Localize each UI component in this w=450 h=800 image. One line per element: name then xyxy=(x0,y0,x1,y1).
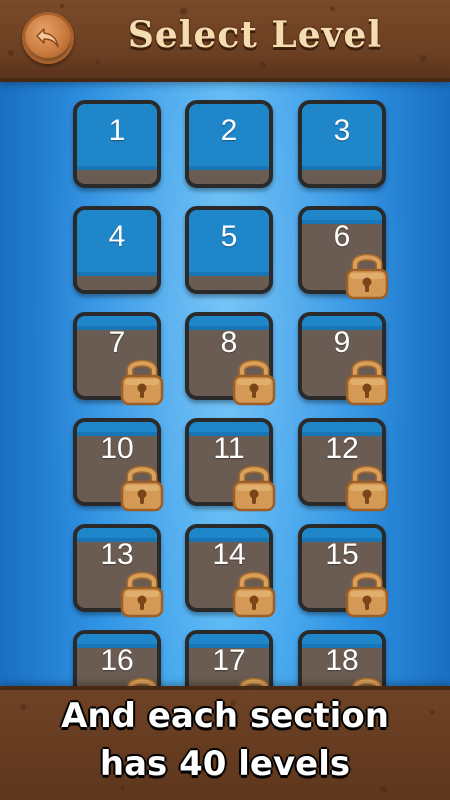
level-number: 16 xyxy=(100,644,134,677)
level-number: 7 xyxy=(108,326,126,359)
back-button[interactable] xyxy=(22,12,74,64)
level-tile-4[interactable]: 4 xyxy=(73,206,161,294)
level-tile-5[interactable]: 5 xyxy=(185,206,273,294)
level-number: 18 xyxy=(325,644,359,677)
level-number: 3 xyxy=(333,114,351,147)
level-number: 11 xyxy=(213,432,245,465)
level-tile-7[interactable]: 7 xyxy=(73,312,161,400)
level-number: 13 xyxy=(100,538,134,571)
level-tile-15[interactable]: 15 xyxy=(298,524,386,612)
header-bar: Select Level xyxy=(0,0,450,78)
level-tile-11[interactable]: 11 xyxy=(185,418,273,506)
level-tile-8[interactable]: 8 xyxy=(185,312,273,400)
level-number: 2 xyxy=(220,114,238,147)
level-number: 15 xyxy=(325,538,359,571)
level-number: 10 xyxy=(100,432,134,465)
level-tile-2[interactable]: 2 xyxy=(185,100,273,188)
level-number: 5 xyxy=(220,220,238,253)
footer-line-1: And each section xyxy=(61,696,389,736)
level-tile-6[interactable]: 6 xyxy=(298,206,386,294)
level-number: 17 xyxy=(212,644,246,677)
level-number: 14 xyxy=(212,538,246,571)
level-tile-13[interactable]: 13 xyxy=(73,524,161,612)
back-arrow-icon xyxy=(36,28,59,48)
level-tile-1[interactable]: 1 xyxy=(73,100,161,188)
page-title: Select Level xyxy=(127,14,383,56)
level-tile-12[interactable]: 12 xyxy=(298,418,386,506)
level-number: 6 xyxy=(333,220,351,253)
level-tile-10[interactable]: 10 xyxy=(73,418,161,506)
level-tile-9[interactable]: 9 xyxy=(298,312,386,400)
footer-banner: And each section has 40 levels xyxy=(0,690,450,800)
level-tile-3[interactable]: 3 xyxy=(298,100,386,188)
level-number: 12 xyxy=(325,432,359,465)
level-number: 4 xyxy=(108,220,126,253)
footer-line-2: has 40 levels xyxy=(99,744,351,784)
level-number: 9 xyxy=(333,326,351,359)
level-tile-14[interactable]: 14 xyxy=(185,524,273,612)
level-number: 1 xyxy=(108,114,126,147)
level-number: 8 xyxy=(220,326,238,359)
